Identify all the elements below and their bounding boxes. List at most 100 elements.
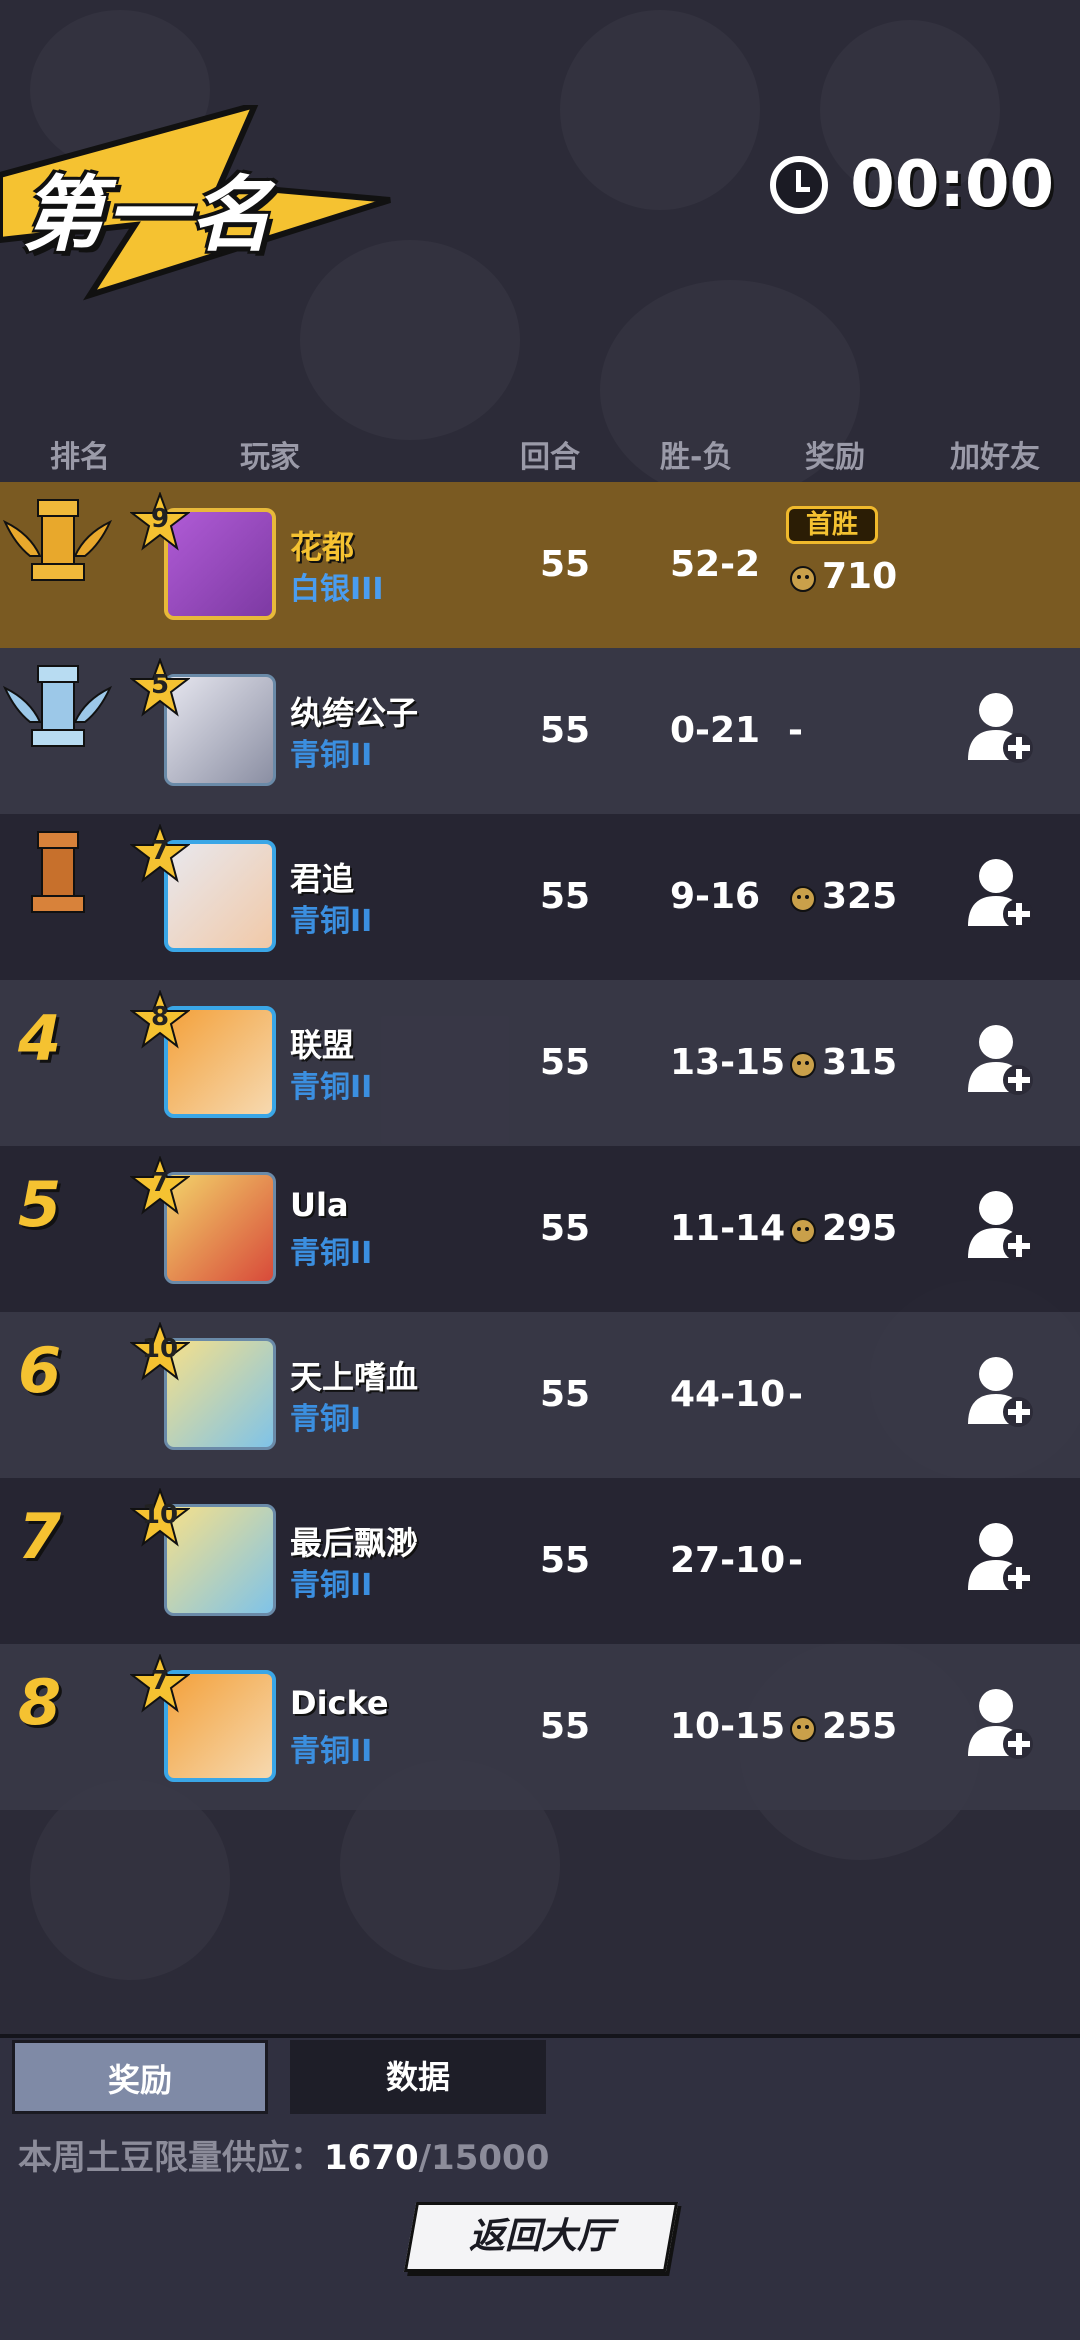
player-name: 最后飘渺 <box>290 1524 419 1562</box>
player-win-loss: 0-21 <box>670 710 761 751</box>
tab-reward[interactable]: 奖励 <box>12 2040 268 2114</box>
player-rounds: 55 <box>540 876 591 917</box>
rank-number: 7 <box>18 1500 62 1573</box>
player-name: 君追 <box>290 860 355 898</box>
player-reward: 255 <box>788 1706 897 1747</box>
tab-data[interactable]: 数据 <box>290 2040 546 2114</box>
col-player: 玩家 <box>240 440 300 475</box>
col-rounds: 回合 <box>520 440 580 475</box>
rank-number: 6 <box>18 1334 62 1407</box>
rank-number: 8 <box>18 1666 62 1739</box>
player-reward: - <box>788 710 803 751</box>
table-row: 4 8 联盟 青铜II 55 13-15 315 <box>0 980 1080 1146</box>
potato-icon <box>790 1051 816 1078</box>
player-win-loss: 13-15 <box>670 1042 786 1083</box>
reward-amount: 710 <box>822 556 898 597</box>
add-friend-icon[interactable] <box>966 1022 1036 1098</box>
supply-label: 本周土豆限量供应： <box>18 2138 324 2178</box>
add-friend-icon[interactable] <box>966 1520 1036 1596</box>
player-win-loss: 11-14 <box>670 1208 786 1249</box>
timer: 00:00 <box>770 148 1054 222</box>
player-tier: 青铜II <box>290 1070 373 1105</box>
player-tier: 青铜I <box>290 1402 362 1437</box>
player-level: 7 <box>150 1666 170 1696</box>
player-name: 花都 <box>290 528 355 566</box>
player-level: 5 <box>150 670 170 700</box>
player-reward: 710 <box>788 556 897 597</box>
potato-icon <box>790 1715 816 1742</box>
column-headers: 排名 玩家 回合 胜-负 奖励 加好友 <box>0 432 1080 482</box>
rank-number: 4 <box>18 1002 62 1075</box>
player-reward: - <box>788 1374 803 1415</box>
add-friend-icon[interactable] <box>966 856 1036 932</box>
player-win-loss: 9-16 <box>670 876 761 917</box>
player-reward: 295 <box>788 1208 897 1249</box>
player-list: 9 花都 白银III 55 52-2 首胜 710 5 纨绔公子 青铜II 55… <box>0 482 1080 1810</box>
table-row: 8 7 Dicke 青铜II 55 10-15 255 <box>0 1644 1080 1810</box>
col-add-friend: 加好友 <box>950 440 1040 475</box>
clock-icon <box>770 156 829 214</box>
add-friend-icon[interactable] <box>966 1686 1036 1762</box>
player-rounds: 55 <box>540 1042 591 1083</box>
col-reward: 奖励 <box>805 440 865 475</box>
table-row: 7 10 最后飘渺 青铜II 55 27-10 - <box>0 1478 1080 1644</box>
potato-icon <box>790 565 816 592</box>
table-row: 6 10 天上嗜血 青铜I 55 44-10 - <box>0 1312 1080 1478</box>
player-reward: - <box>788 1540 803 1581</box>
table-row: 5 7 Ula 青铜II 55 11-14 295 <box>0 1146 1080 1312</box>
reward-amount: 315 <box>822 1042 898 1083</box>
col-win-loss: 胜-负 <box>660 440 733 475</box>
table-row: 5 纨绔公子 青铜II 55 0-21 - <box>0 648 1080 814</box>
player-name: 天上嗜血 <box>290 1358 419 1396</box>
player-level: 10 <box>141 1334 179 1364</box>
table-row: 9 花都 白银III 55 52-2 首胜 710 <box>0 482 1080 648</box>
player-tier: 青铜II <box>290 904 373 939</box>
potato-icon <box>790 1217 816 1244</box>
player-tier: 青铜II <box>290 1568 373 1603</box>
player-reward: 325 <box>788 876 897 917</box>
player-name: 纨绔公子 <box>290 694 419 732</box>
player-rounds: 55 <box>540 1374 591 1415</box>
player-level: 8 <box>150 1002 170 1032</box>
player-level: 7 <box>150 836 170 866</box>
reward-amount: 255 <box>822 1706 898 1747</box>
player-tier: 青铜II <box>290 1734 373 1769</box>
player-tier: 青铜II <box>290 738 373 773</box>
player-name: 联盟 <box>290 1026 355 1064</box>
player-level: 9 <box>150 504 170 534</box>
add-friend-icon[interactable] <box>966 1188 1036 1264</box>
player-rounds: 55 <box>540 1540 591 1581</box>
player-rounds: 55 <box>540 1706 591 1747</box>
weekly-supply: 本周土豆限量供应：1670/15000 <box>18 2130 549 2179</box>
player-tier: 白银III <box>290 572 384 607</box>
add-friend-icon[interactable] <box>966 1354 1036 1430</box>
reward-amount: 295 <box>822 1208 898 1249</box>
player-win-loss: 10-15 <box>670 1706 786 1747</box>
player-reward: 315 <box>788 1042 897 1083</box>
reward-amount: 325 <box>822 876 898 917</box>
first-win-badge: 首胜 <box>786 506 878 544</box>
player-tier: 青铜II <box>290 1236 373 1271</box>
player-win-loss: 27-10 <box>670 1540 786 1581</box>
player-win-loss: 44-10 <box>670 1374 786 1415</box>
supply-total: /15000 <box>418 2138 550 2178</box>
bronze-rook-trophy-icon <box>31 831 85 913</box>
add-friend-icon[interactable] <box>966 690 1036 766</box>
gold-rook-trophy-icon <box>2 499 113 581</box>
player-rounds: 55 <box>540 544 591 585</box>
reward-amount: - <box>788 710 803 751</box>
potato-icon <box>790 885 816 912</box>
player-rounds: 55 <box>540 1208 591 1249</box>
return-lobby-button[interactable] <box>403 2202 679 2272</box>
rank-title: 第一名 <box>22 168 274 263</box>
player-level: 10 <box>141 1500 179 1530</box>
player-name: Ula <box>290 1186 349 1224</box>
reward-amount: - <box>788 1374 803 1415</box>
player-win-loss: 52-2 <box>670 544 761 585</box>
table-row: 7 君追 青铜II 55 9-16 325 <box>0 814 1080 980</box>
silver-rook-trophy-icon <box>2 665 113 747</box>
supply-current: 1670 <box>324 2138 419 2178</box>
col-rank: 排名 <box>50 440 110 475</box>
rank-number: 5 <box>18 1168 62 1241</box>
player-level: 7 <box>150 1168 170 1198</box>
